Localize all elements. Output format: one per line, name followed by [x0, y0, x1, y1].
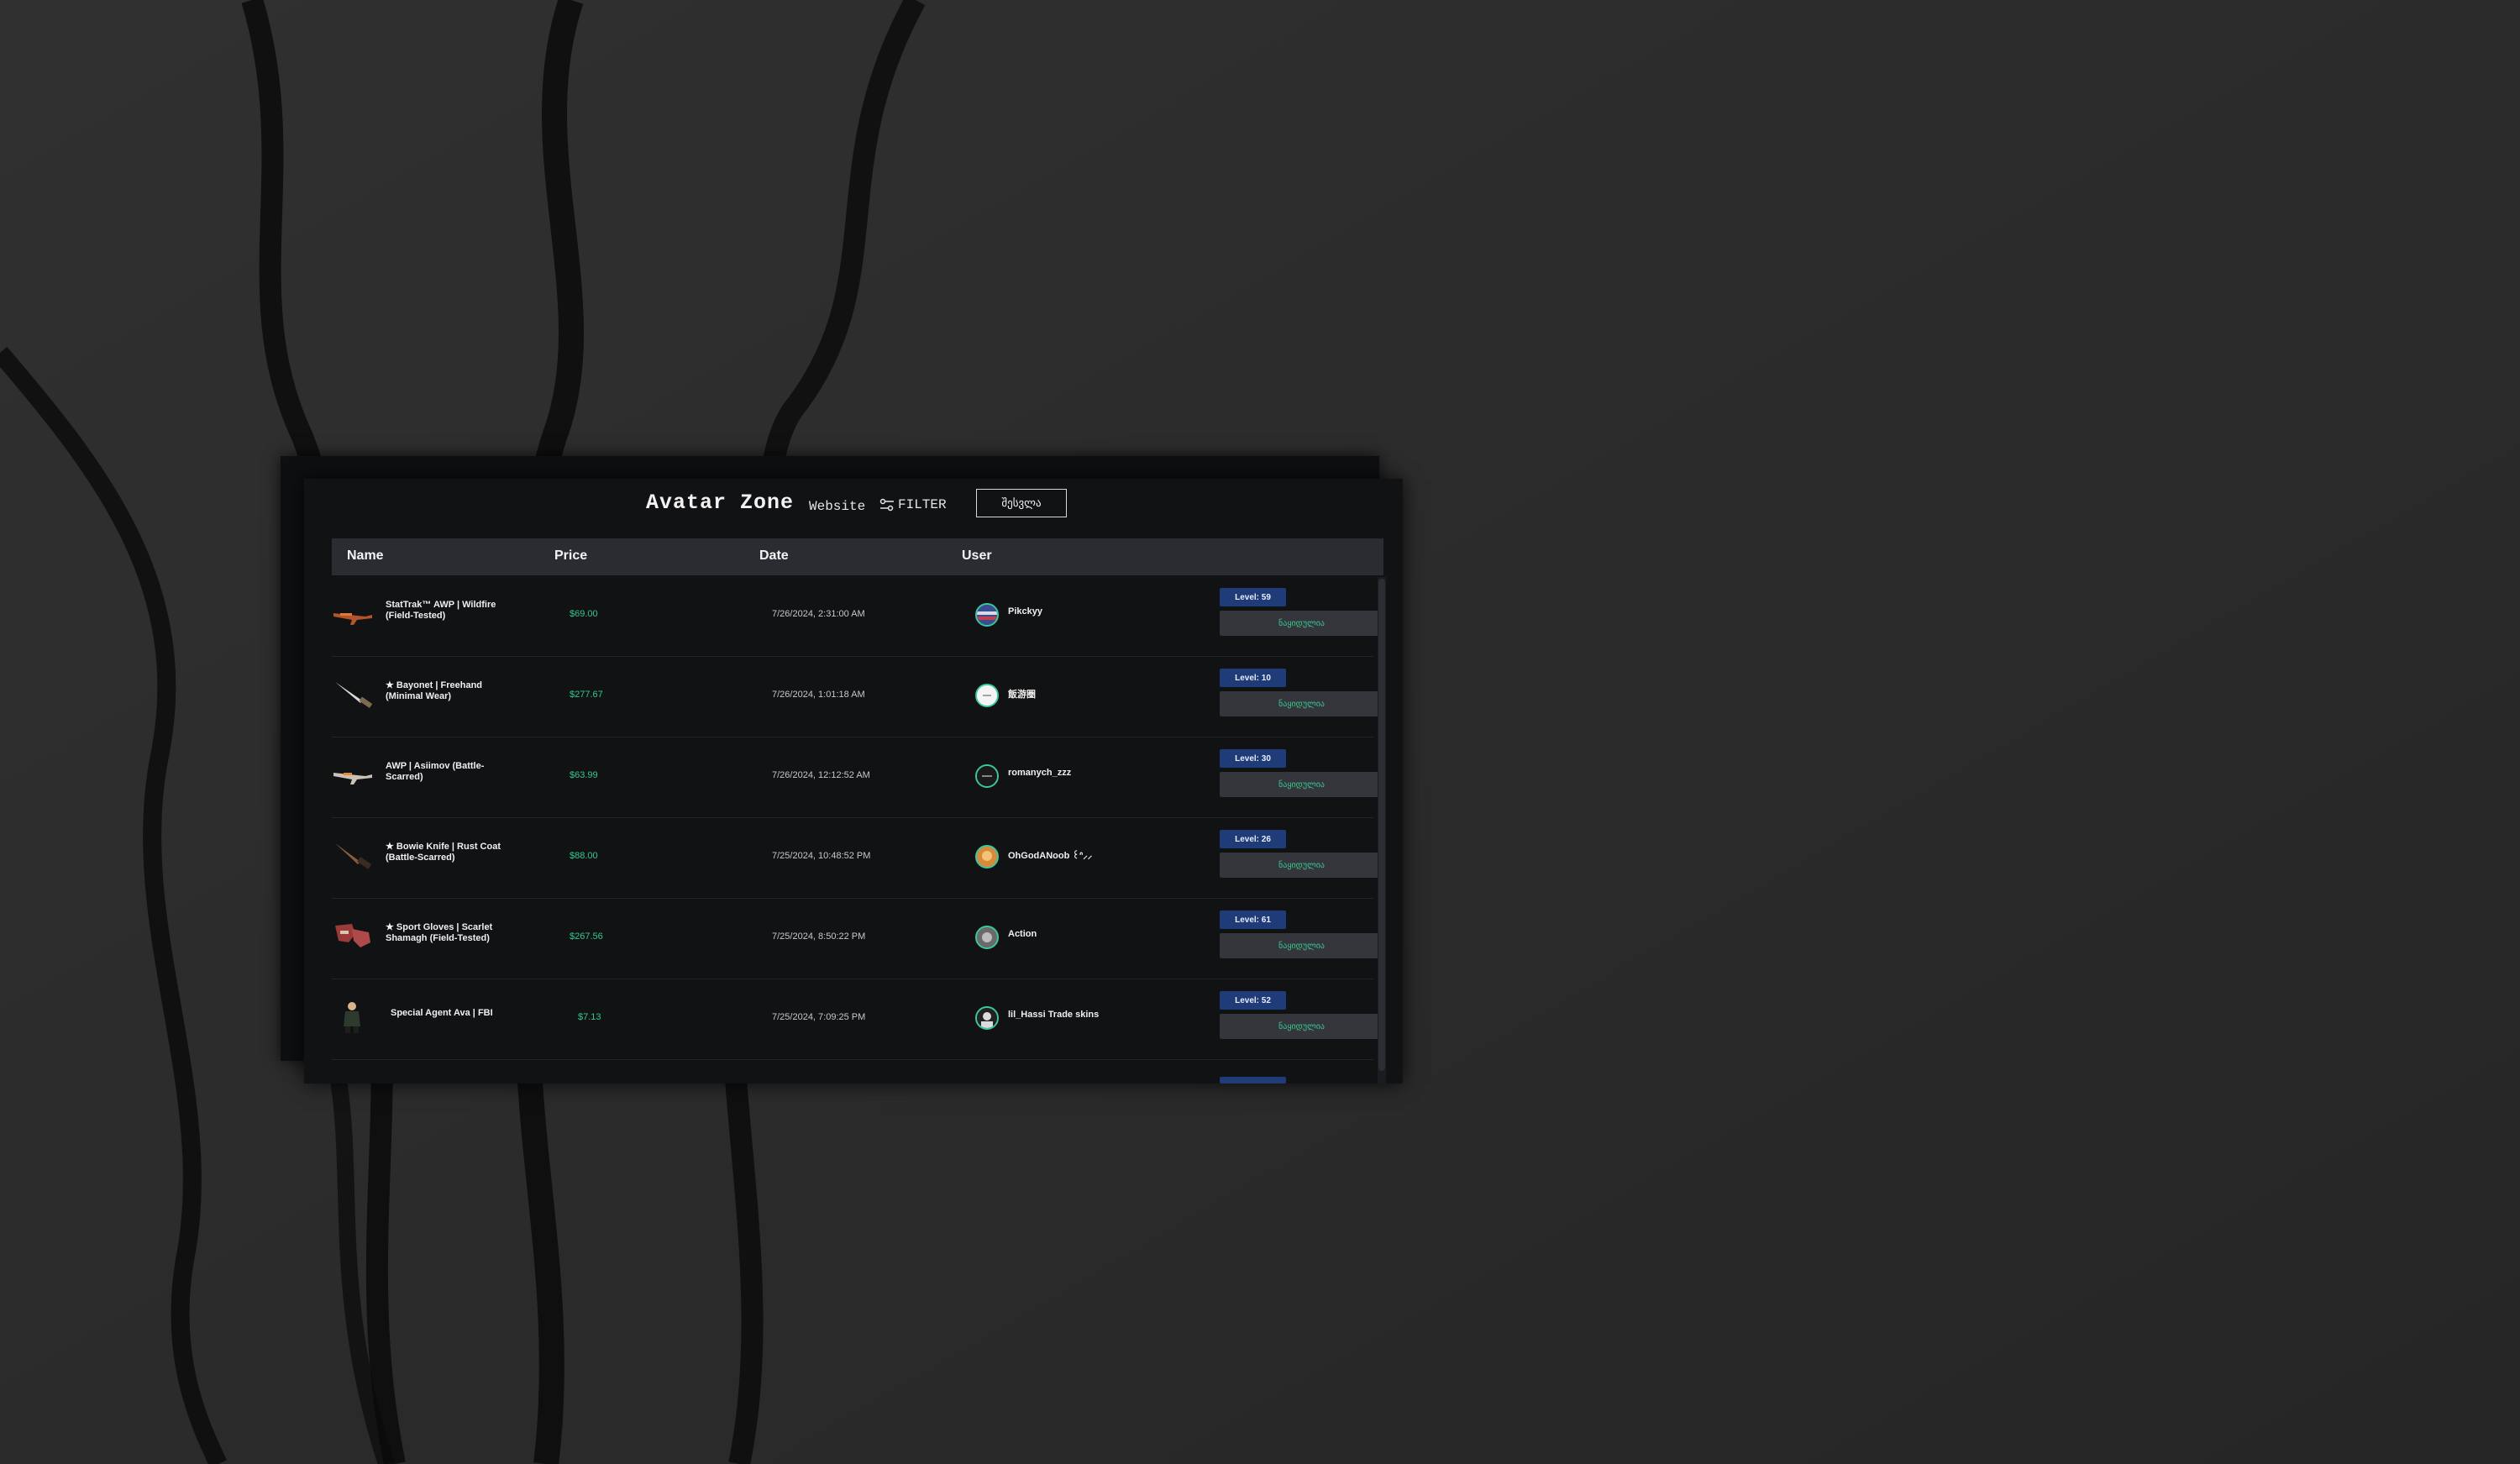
user-avatar[interactable] [975, 1006, 999, 1030]
user-name[interactable]: Pikckyy [1008, 606, 1042, 617]
rifle-icon [333, 613, 372, 625]
table-row[interactable]: ★ Sport Gloves | Scarlet Shamagh (Field-… [332, 899, 1383, 979]
item-name[interactable]: ★ Sport Gloves | Scarlet Shamagh (Field-… [386, 922, 503, 944]
table-row[interactable]: ★ Bowie Knife | Rust Coat (Battle-Scarre… [332, 818, 1383, 899]
item-price: $88.00 [570, 851, 598, 861]
level-badge: Level: 59 [1220, 588, 1286, 606]
item-date: 7/26/2024, 1:01:18 AM [772, 690, 865, 700]
item-name[interactable]: ★ Bayonet | Freehand (Minimal Wear) [386, 680, 503, 702]
user-name[interactable]: romanych_zzz [1008, 768, 1071, 778]
item-price: $7.13 [578, 1012, 601, 1022]
item-date: 7/26/2024, 12:12:52 AM [772, 770, 870, 780]
purchased-button[interactable]: ნაყიდულია [1220, 933, 1383, 958]
user-name[interactable]: lil_Hassi Trade skins [1008, 1010, 1099, 1020]
column-name[interactable]: Name [347, 548, 384, 564]
user-avatar[interactable] [975, 764, 999, 788]
item-price: $277.67 [570, 690, 603, 700]
item-price: $69.00 [570, 609, 598, 619]
purchased-button[interactable]: ნაყიდულია [1220, 691, 1383, 716]
scrollbar-thumb[interactable] [1378, 579, 1385, 1071]
level-badge: Level: 10 [1220, 669, 1286, 687]
table-row[interactable]: Special Agent Ava | FBI $7.13 7/25/2024,… [332, 979, 1383, 1060]
table-row[interactable]: ★ Bayonet | Freehand (Minimal Wear) $277… [332, 657, 1383, 737]
rifle-icon [333, 773, 372, 784]
table-row[interactable]: AWP | Asiimov (Battle-Scarred) $63.99 7/… [332, 737, 1383, 818]
item-date: 7/25/2024, 7:09:25 PM [772, 1012, 866, 1022]
purchased-button[interactable]: ნაყიდულია [1220, 772, 1383, 797]
table-header: Name Price Date User [332, 538, 1383, 575]
website-link[interactable]: Website [809, 499, 865, 514]
item-name[interactable]: AWP | Asiimov (Battle-Scarred) [386, 761, 503, 783]
filter-button[interactable]: FILTER [879, 497, 947, 512]
gloves-icon [335, 924, 370, 947]
table-scrollbar[interactable] [1378, 577, 1386, 1084]
item-name[interactable]: StatTrak™ AWP | Wildfire (Field-Tested) [386, 600, 503, 622]
dark-avatar-icon [977, 766, 997, 786]
gray-avatar-icon [977, 927, 997, 947]
item-name[interactable]: Special Agent Ava | FBI [391, 1008, 508, 1019]
white-avatar-icon [977, 685, 997, 706]
user-name[interactable]: Action [1008, 929, 1037, 939]
flag-avatar-icon [977, 605, 997, 625]
purchased-button[interactable]: ნაყიდულია [1220, 1014, 1383, 1039]
top-navbar: Avatar Zone Website FILTER შესვლა [304, 479, 1403, 539]
column-price[interactable]: Price [554, 548, 587, 564]
user-avatar[interactable] [975, 684, 999, 707]
purchased-button[interactable]: ნაყიდულია [1220, 611, 1383, 636]
knife-icon [335, 682, 373, 709]
bw-avatar-icon [977, 1008, 997, 1028]
filter-label: FILTER [898, 497, 947, 512]
user-name[interactable]: OhGodANoob ꒰ᐢ⸝⸝ [1008, 848, 1092, 862]
login-button[interactable]: შესვლა [976, 489, 1067, 517]
level-badge: Level: 61 [1220, 910, 1286, 929]
column-date[interactable]: Date [759, 548, 789, 564]
knife-icon [335, 843, 372, 869]
column-user[interactable]: User [962, 548, 992, 564]
next-row-level-badge [1220, 1077, 1286, 1084]
orange-avatar-icon [977, 847, 997, 867]
brand-logo[interactable]: Avatar Zone [646, 491, 794, 515]
agent-icon [344, 1002, 360, 1033]
user-avatar[interactable] [975, 845, 999, 868]
item-date: 7/25/2024, 8:50:22 PM [772, 931, 866, 942]
level-badge: Level: 30 [1220, 749, 1286, 768]
item-name[interactable]: ★ Bowie Knife | Rust Coat (Battle-Scarre… [386, 842, 503, 863]
purchased-button[interactable]: ნაყიდულია [1220, 853, 1383, 878]
user-avatar[interactable] [975, 926, 999, 949]
user-avatar[interactable] [975, 603, 999, 627]
item-date: 7/25/2024, 10:48:52 PM [772, 851, 871, 861]
item-date: 7/26/2024, 2:31:00 AM [772, 609, 865, 619]
level-badge: Level: 26 [1220, 830, 1286, 848]
item-price: $63.99 [570, 770, 598, 780]
user-name[interactable]: 飯游圈 [1008, 687, 1036, 701]
filter-icon [879, 498, 894, 512]
level-badge: Level: 52 [1220, 991, 1286, 1010]
item-price: $267.56 [570, 931, 603, 942]
table-row[interactable]: StatTrak™ AWP | Wildfire (Field-Tested) … [332, 576, 1383, 657]
trades-panel: Avatar Zone Website FILTER შესვლა Name P… [304, 479, 1403, 1084]
